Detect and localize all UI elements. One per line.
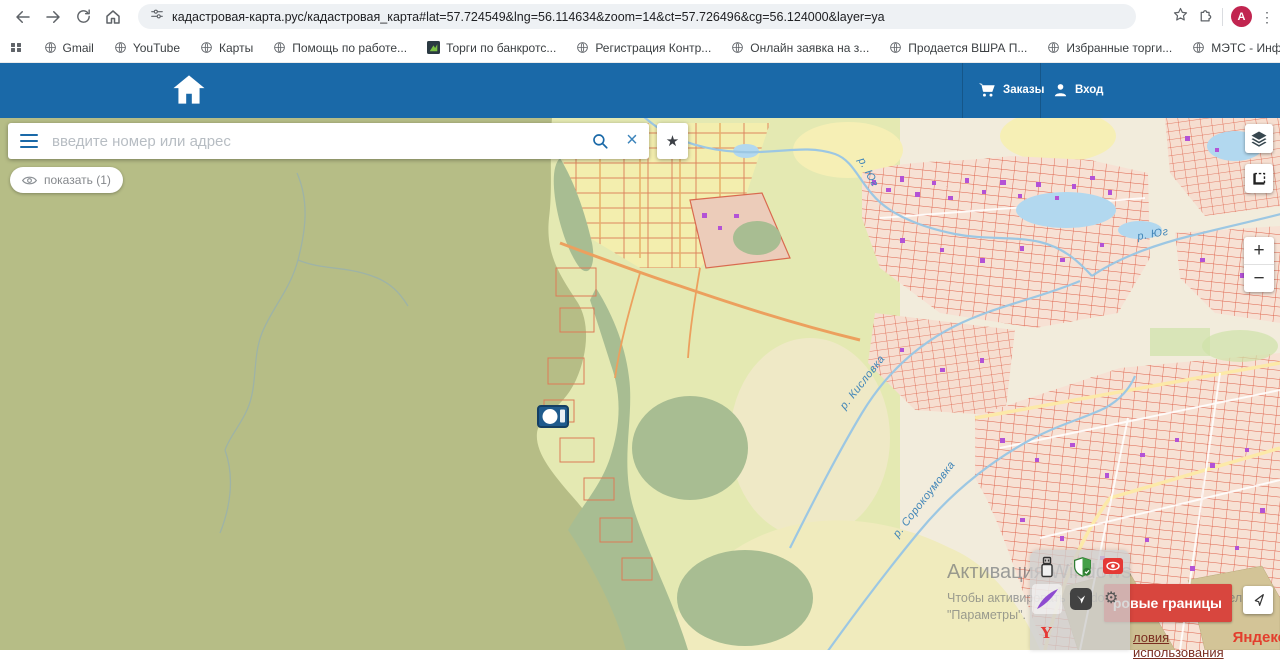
bookmark-label: Помощь по работе... [292,41,407,55]
search-icon[interactable] [585,132,615,150]
globe-icon [273,41,286,54]
cart-icon [978,82,996,98]
favorites-button[interactable]: ★ [657,123,688,159]
bookmarks-bar: Gmail YouTube Карты Помощь по работе... … [0,33,1280,63]
header-divider [962,62,963,118]
layers-button[interactable] [1245,124,1273,153]
bookmark-item[interactable]: Торги по банкротс... [427,41,556,55]
bookmark-label: Регистрация Контр... [595,41,711,55]
toolbar-divider [1222,8,1223,26]
antivirus-shield-icon[interactable] [1072,556,1093,582]
star-icon: ★ [666,132,679,150]
bookmark-label: МЭТС - Информац... [1211,41,1280,55]
orders-label: Заказы [1003,84,1044,96]
screen-record-icon[interactable] [1103,558,1123,579]
bookmark-label: Избранные торги... [1066,41,1172,55]
site-header: Заказы Вход [0,62,1280,118]
globe-icon [731,41,744,54]
url-text: кадастровая-карта.рус/кадастровая_карта#… [172,10,885,24]
bookmark-star-icon[interactable] [1172,6,1189,28]
selected-parcel-marker[interactable] [538,406,568,427]
bookmark-label: Карты [219,41,253,55]
forward-button[interactable] [38,3,68,31]
layers-icon [1250,130,1268,148]
usb-icon[interactable] [1040,556,1054,583]
globe-icon [44,41,57,54]
zoom-in-button[interactable]: + [1244,237,1274,265]
site-home-button[interactable] [172,74,208,106]
bookmark-item[interactable]: Gmail [44,41,94,55]
person-icon [1053,82,1068,98]
header-divider [1040,62,1041,118]
feather-pen-icon[interactable] [1032,584,1062,614]
select-area-icon [1251,170,1268,187]
bookmark-item[interactable]: Помощь по работе... [273,41,407,55]
app-tile-icon[interactable] [1070,588,1092,610]
map-attribution: ловия использования Яндекс [1133,629,1280,660]
site-settings-icon[interactable] [150,7,164,26]
bookmark-label: Торги по банкротс... [446,41,556,55]
torgi-favicon [427,41,440,54]
bookmark-item[interactable]: Онлайн заявка на з... [731,41,869,55]
url-bar[interactable]: кадастровая-карта.рус/кадастровая_карта#… [138,4,1136,29]
orders-button[interactable]: Заказы [978,62,1044,118]
bookmark-label: Gmail [63,41,94,55]
map-search-bar: × [8,123,649,159]
globe-icon [889,41,902,54]
globe-icon [1192,41,1205,54]
menu-icon[interactable]: ⋮ [1260,10,1274,24]
bookmark-label: Продается ВШРА П... [908,41,1027,55]
gear-icon[interactable]: ⚙ [1104,588,1118,608]
back-button[interactable] [8,3,38,31]
system-tray-panel: ⚙ Y [1030,550,1130,650]
bookmark-item[interactable]: Избранные торги... [1047,41,1172,55]
bookmark-item[interactable]: Регистрация Контр... [576,41,711,55]
login-button[interactable]: Вход [1053,62,1103,118]
globe-icon [114,41,127,54]
reload-button[interactable] [68,3,98,31]
show-results-button[interactable]: показать (1) [10,167,123,193]
profile-avatar[interactable]: A [1231,6,1252,27]
globe-icon [1047,41,1060,54]
login-label: Вход [1075,84,1103,96]
yandex-browser-icon[interactable]: Y [1041,624,1052,642]
eye-icon [22,175,37,186]
menu-hamburger-icon[interactable] [20,134,38,149]
clear-search-icon[interactable]: × [615,129,649,154]
geolocation-button[interactable] [1243,586,1273,614]
yandex-logo[interactable]: Яндекс [1233,629,1280,646]
home-button[interactable] [98,3,128,31]
geolocation-arrow-icon [1250,592,1266,608]
browser-toolbar: кадастровая-карта.рус/кадастровая_карта#… [0,0,1280,33]
bookmark-item[interactable]: Карты [200,41,253,55]
bookmark-label: YouTube [133,41,180,55]
select-area-button[interactable] [1245,164,1273,193]
bookmark-item[interactable]: Продается ВШРА П... [889,41,1027,55]
zoom-out-button[interactable]: − [1244,265,1274,292]
extensions-icon[interactable] [1197,6,1214,28]
globe-icon [576,41,589,54]
show-results-label: показать (1) [44,173,111,187]
terms-of-use-link[interactable]: ловия использования [1133,630,1224,660]
search-input[interactable] [50,132,585,151]
globe-icon [200,41,213,54]
bookmark-label: Онлайн заявка на з... [750,41,869,55]
zoom-control: + − [1244,237,1274,292]
bookmark-item[interactable]: YouTube [114,41,180,55]
apps-grid-icon[interactable] [11,43,21,53]
bookmark-item[interactable]: МЭТС - Информац... [1192,41,1280,55]
